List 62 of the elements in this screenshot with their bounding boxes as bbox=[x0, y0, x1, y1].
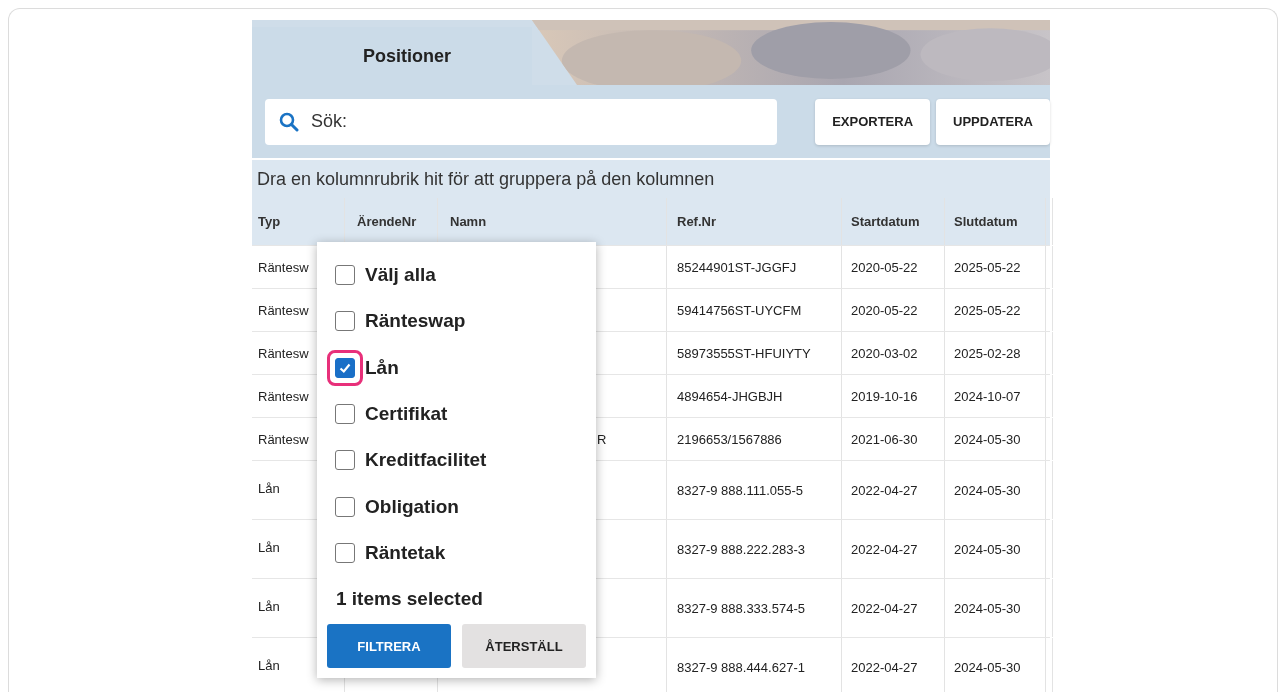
table-cell: Lån bbox=[258, 481, 280, 496]
table-cell: Räntesw bbox=[258, 431, 309, 447]
table-cell: Räntesw bbox=[258, 388, 309, 404]
toolbar-button[interactable]: UPPDATERA bbox=[936, 98, 1050, 145]
checkbox[interactable] bbox=[335, 357, 355, 378]
table-cell: 2020-05-22 bbox=[851, 302, 918, 318]
checkbox[interactable] bbox=[335, 404, 355, 425]
table-cell: 58973555ST-HFUIYTY bbox=[677, 345, 811, 361]
table-cell: 2025-02-28 bbox=[954, 345, 1021, 361]
table-cell: Räntesw bbox=[258, 302, 309, 318]
table-cell: 2020-03-02 bbox=[851, 345, 918, 361]
filter-option[interactable]: Ränteswap bbox=[327, 298, 586, 345]
table-cell: 2024-05-30 bbox=[954, 601, 1021, 616]
filter-option[interactable]: Obligation bbox=[327, 483, 586, 530]
column-header[interactable]: Slutdatum bbox=[945, 198, 1046, 245]
table-cell: Räntesw bbox=[258, 259, 309, 275]
table-cell: 2022-04-27 bbox=[851, 542, 918, 557]
toolbar-button[interactable]: EXPORTERA bbox=[815, 98, 931, 145]
selection-summary: 1 items selected bbox=[335, 587, 484, 612]
checkbox[interactable] bbox=[335, 542, 355, 563]
table-cell: Lån bbox=[258, 599, 280, 614]
checkbox[interactable] bbox=[335, 450, 355, 471]
table-cell: 2024-10-07 bbox=[954, 388, 1021, 404]
table-cell: 59414756ST-UYCFM bbox=[677, 302, 802, 318]
positions-tab[interactable]: Positioner bbox=[252, 27, 532, 85]
table-cell: Lån bbox=[258, 540, 280, 555]
filter-button[interactable]: ÅTERSTÄLL bbox=[462, 624, 586, 669]
table-cell: 85244901ST-JGGFJ bbox=[677, 259, 797, 275]
table-cell-text: R bbox=[596, 431, 607, 447]
table-cell: 2022-04-27 bbox=[851, 660, 918, 675]
filter-option[interactable]: Kreditfacilitet bbox=[327, 437, 586, 484]
table-cell: 8327-9 888.111.055-5 bbox=[677, 483, 803, 498]
column-header[interactable]: Startdatum bbox=[842, 198, 945, 245]
column-header[interactable]: Ref.Nr bbox=[667, 198, 842, 245]
checkbox[interactable] bbox=[335, 496, 355, 517]
table-cell: 8327-9 888.333.574-5 bbox=[677, 601, 805, 616]
table-cell: 2024-05-30 bbox=[954, 483, 1021, 498]
table-cell: 2019-10-16 bbox=[851, 388, 918, 404]
table-cell: 2020-05-22 bbox=[851, 259, 918, 275]
filter-button[interactable]: FILTRERA bbox=[327, 624, 451, 669]
table-cell: 2196653/1567886 bbox=[677, 431, 782, 447]
filter-option[interactable]: Certifikat bbox=[327, 390, 586, 438]
group-hint: Dra en kolumnrubrik hit för att gruppera på den kolumnen bbox=[257, 168, 715, 190]
table-cell: 2024-05-30 bbox=[954, 542, 1021, 557]
table-cell: 2024-05-30 bbox=[954, 431, 1021, 447]
checkbox[interactable] bbox=[335, 311, 355, 332]
table-cell: 2025-05-22 bbox=[954, 302, 1021, 318]
table-cell: 8327-9 888.444.627-1 bbox=[677, 660, 805, 675]
filter-option[interactable]: Räntetak bbox=[327, 529, 586, 577]
table-cell: 2024-05-30 bbox=[954, 660, 1021, 675]
table-cell: 8327-9 888.222.283-3 bbox=[677, 542, 805, 557]
table-cell: 2025-05-22 bbox=[954, 259, 1021, 275]
table-cell: Räntesw bbox=[258, 345, 309, 361]
filter-option[interactable]: Välj alla bbox=[327, 252, 586, 299]
checkbox[interactable] bbox=[335, 265, 355, 286]
table-cell: 4894654-JHGBJH bbox=[677, 388, 783, 404]
table-cell: 2021-06-30 bbox=[851, 431, 918, 447]
table-cell: Lån bbox=[258, 658, 280, 673]
table-cell: 2022-04-27 bbox=[851, 601, 918, 616]
search-icon bbox=[279, 111, 299, 132]
filter-option[interactable]: Lån bbox=[327, 344, 586, 391]
table-cell: 2022-04-27 bbox=[851, 483, 918, 498]
